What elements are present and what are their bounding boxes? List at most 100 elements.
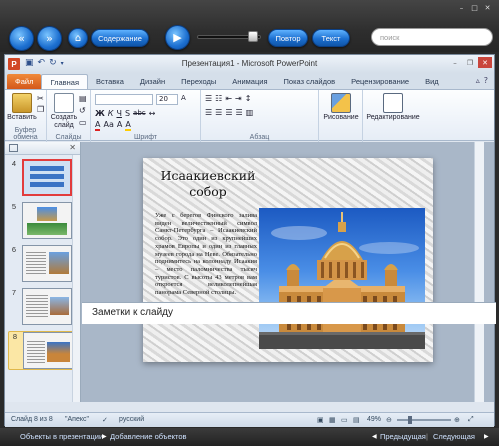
slideshow-icon[interactable]: ▤ (353, 416, 360, 424)
progress-slider-handle[interactable] (248, 31, 258, 42)
repeat-button[interactable]: Повтор (268, 29, 308, 47)
cut-icon[interactable]: ✂ (37, 94, 44, 103)
thumbnail-slide-5[interactable]: 5 (8, 202, 74, 241)
new-slide-icon (54, 93, 74, 113)
spellcheck-icon[interactable]: ✓ (102, 416, 108, 424)
align-left-icon[interactable]: ☰ (205, 108, 212, 117)
line-spacing-icon[interactable]: ↕ (245, 94, 252, 103)
section-icon[interactable]: ▭ (79, 118, 87, 127)
zoom-in-icon[interactable]: ⊕ (454, 416, 460, 424)
bullets-icon[interactable]: ☰ (205, 94, 212, 103)
home-icon[interactable]: ⌂ (68, 28, 88, 48)
zoom-out-icon[interactable]: ⊖ (386, 416, 392, 424)
layout-icon[interactable]: ▤ (79, 94, 87, 103)
collapse-ribbon-icon[interactable]: ▵ (476, 76, 480, 85)
rewind-icon[interactable]: « (9, 26, 34, 51)
paste-button[interactable]: Вставить (7, 93, 37, 121)
drawing-button[interactable]: Рисование (321, 93, 361, 121)
clear-formatting-button[interactable]: A (117, 120, 122, 131)
play-icon[interactable]: ▶ (165, 25, 190, 50)
tab-insert[interactable]: Вставка (88, 74, 132, 89)
font-size-box[interactable]: 20 (156, 94, 178, 105)
tab-view[interactable]: Вид (417, 74, 447, 89)
contents-button[interactable]: Содержание (91, 29, 149, 47)
slide-body-text[interactable]: Уже с берегов Финского залива виден вели… (155, 212, 257, 297)
zoom-slider[interactable] (397, 419, 451, 421)
slide-counter: Слайд 8 из 8 (11, 416, 53, 423)
align-center-icon[interactable]: ☰ (215, 108, 222, 117)
change-case-button[interactable]: Aa (103, 120, 113, 131)
shadow-button[interactable]: S (125, 109, 130, 118)
spacing-icon[interactable]: ↔ (149, 109, 156, 118)
tab-slideshow[interactable]: Показ слайдов (276, 74, 344, 89)
zoom-level[interactable]: 49% (367, 416, 381, 423)
next-link[interactable]: Следующая (433, 432, 475, 441)
next-arrow-icon[interactable]: ▶ (484, 433, 489, 440)
thumbnail-slide-6[interactable]: 6 (8, 245, 74, 284)
tab-home[interactable]: Главная (41, 74, 88, 89)
thumbnails-scrollbar[interactable] (72, 155, 80, 402)
close-icon[interactable]: ✕ (478, 57, 492, 68)
tab-file[interactable]: Файл (7, 74, 42, 89)
tab-animation[interactable]: Анимация (224, 74, 275, 89)
underline-button[interactable]: Ч (116, 109, 121, 118)
bold-button[interactable]: Ж (95, 109, 105, 118)
objects-link[interactable]: Объекты в презентации (20, 432, 103, 441)
normal-view-icon[interactable]: ▣ (317, 416, 324, 424)
current-slide[interactable]: Исаакиевский собор Уже с берегов Финског… (143, 158, 433, 362)
thumbnail-number: 8 (12, 332, 18, 341)
reset-icon[interactable]: ↺ (79, 106, 87, 115)
indent-decrease-icon[interactable]: ⇤ (225, 94, 232, 103)
grow-font-icon[interactable]: A (181, 94, 186, 105)
thumbnail-slide-7[interactable]: 7 (8, 288, 74, 327)
font-row-2: Ж К Ч S abc ↔ (95, 109, 155, 118)
close-pane-icon[interactable]: ✕ (69, 143, 76, 152)
clipboard-icon (12, 93, 32, 113)
powerpoint-window: P ▣ ↶ ↻ ▾ Презентация1 - Microsoft Power… (4, 54, 496, 427)
search-input[interactable]: поиск (371, 28, 493, 46)
editing-button[interactable]: Редактирование (365, 93, 421, 121)
fit-to-window-icon[interactable]: ⤢ (468, 416, 474, 424)
font-color-button[interactable]: A (95, 120, 101, 131)
text-button[interactable]: Текст (312, 29, 350, 47)
slide-scrollbar[interactable] (474, 142, 484, 402)
justify-icon[interactable]: ☰ (236, 108, 243, 117)
highlight-button[interactable]: A (125, 120, 131, 131)
help-icon[interactable]: ? (484, 76, 488, 85)
columns-icon[interactable]: ▥ (246, 108, 254, 117)
minimize-icon[interactable]: – (448, 57, 462, 68)
indent-increase-icon[interactable]: ⇥ (235, 94, 242, 103)
numbering-icon[interactable]: ☷ (215, 94, 222, 103)
zoom-slider-handle[interactable] (408, 416, 412, 424)
slides-tab-icon[interactable] (9, 144, 18, 152)
font-name-box[interactable] (95, 94, 153, 105)
thumbnail-slide-8[interactable]: 8 (8, 331, 74, 370)
strikethrough-button[interactable]: abc (133, 109, 146, 118)
tab-review[interactable]: Рецензирование (343, 74, 417, 89)
thumbnail-slide-4[interactable]: 4 (8, 159, 74, 198)
previous-link[interactable]: Предыдущая (380, 432, 426, 441)
new-slide-button[interactable]: Создать слайд (49, 93, 79, 130)
forward-icon[interactable]: » (37, 26, 62, 51)
slide-title[interactable]: Исаакиевский собор (153, 168, 263, 200)
ribbon-home: Вставить ✂ ❐ Буфер обмена Создать слайд … (5, 89, 494, 142)
drawing-label: Рисование (323, 114, 359, 121)
copy-icon[interactable]: ❐ (37, 105, 44, 114)
restore-icon[interactable]: ❐ (463, 57, 477, 68)
reading-view-icon[interactable]: ▭ (341, 416, 348, 424)
thumbnail-number: 6 (11, 245, 17, 254)
language-indicator[interactable]: русский (119, 416, 144, 423)
cathedral-photo[interactable] (259, 208, 425, 349)
italic-button[interactable]: К (108, 109, 114, 118)
close-icon[interactable]: ✕ (482, 3, 493, 12)
tab-transitions[interactable]: Переходы (173, 74, 224, 89)
minimize-icon[interactable]: – (456, 3, 467, 12)
previous-arrow-icon[interactable]: ◀ (372, 433, 377, 440)
notes-field[interactable]: Заметки к слайду (82, 302, 496, 324)
player-window-controls: – □ ✕ (456, 3, 493, 12)
slide-sorter-icon[interactable]: ▦ (329, 416, 336, 424)
tab-design[interactable]: Дизайн (132, 74, 173, 89)
adding-objects-link[interactable]: Добавление объектов (110, 432, 187, 441)
align-right-icon[interactable]: ☰ (225, 108, 232, 117)
maximize-icon[interactable]: □ (469, 3, 480, 12)
